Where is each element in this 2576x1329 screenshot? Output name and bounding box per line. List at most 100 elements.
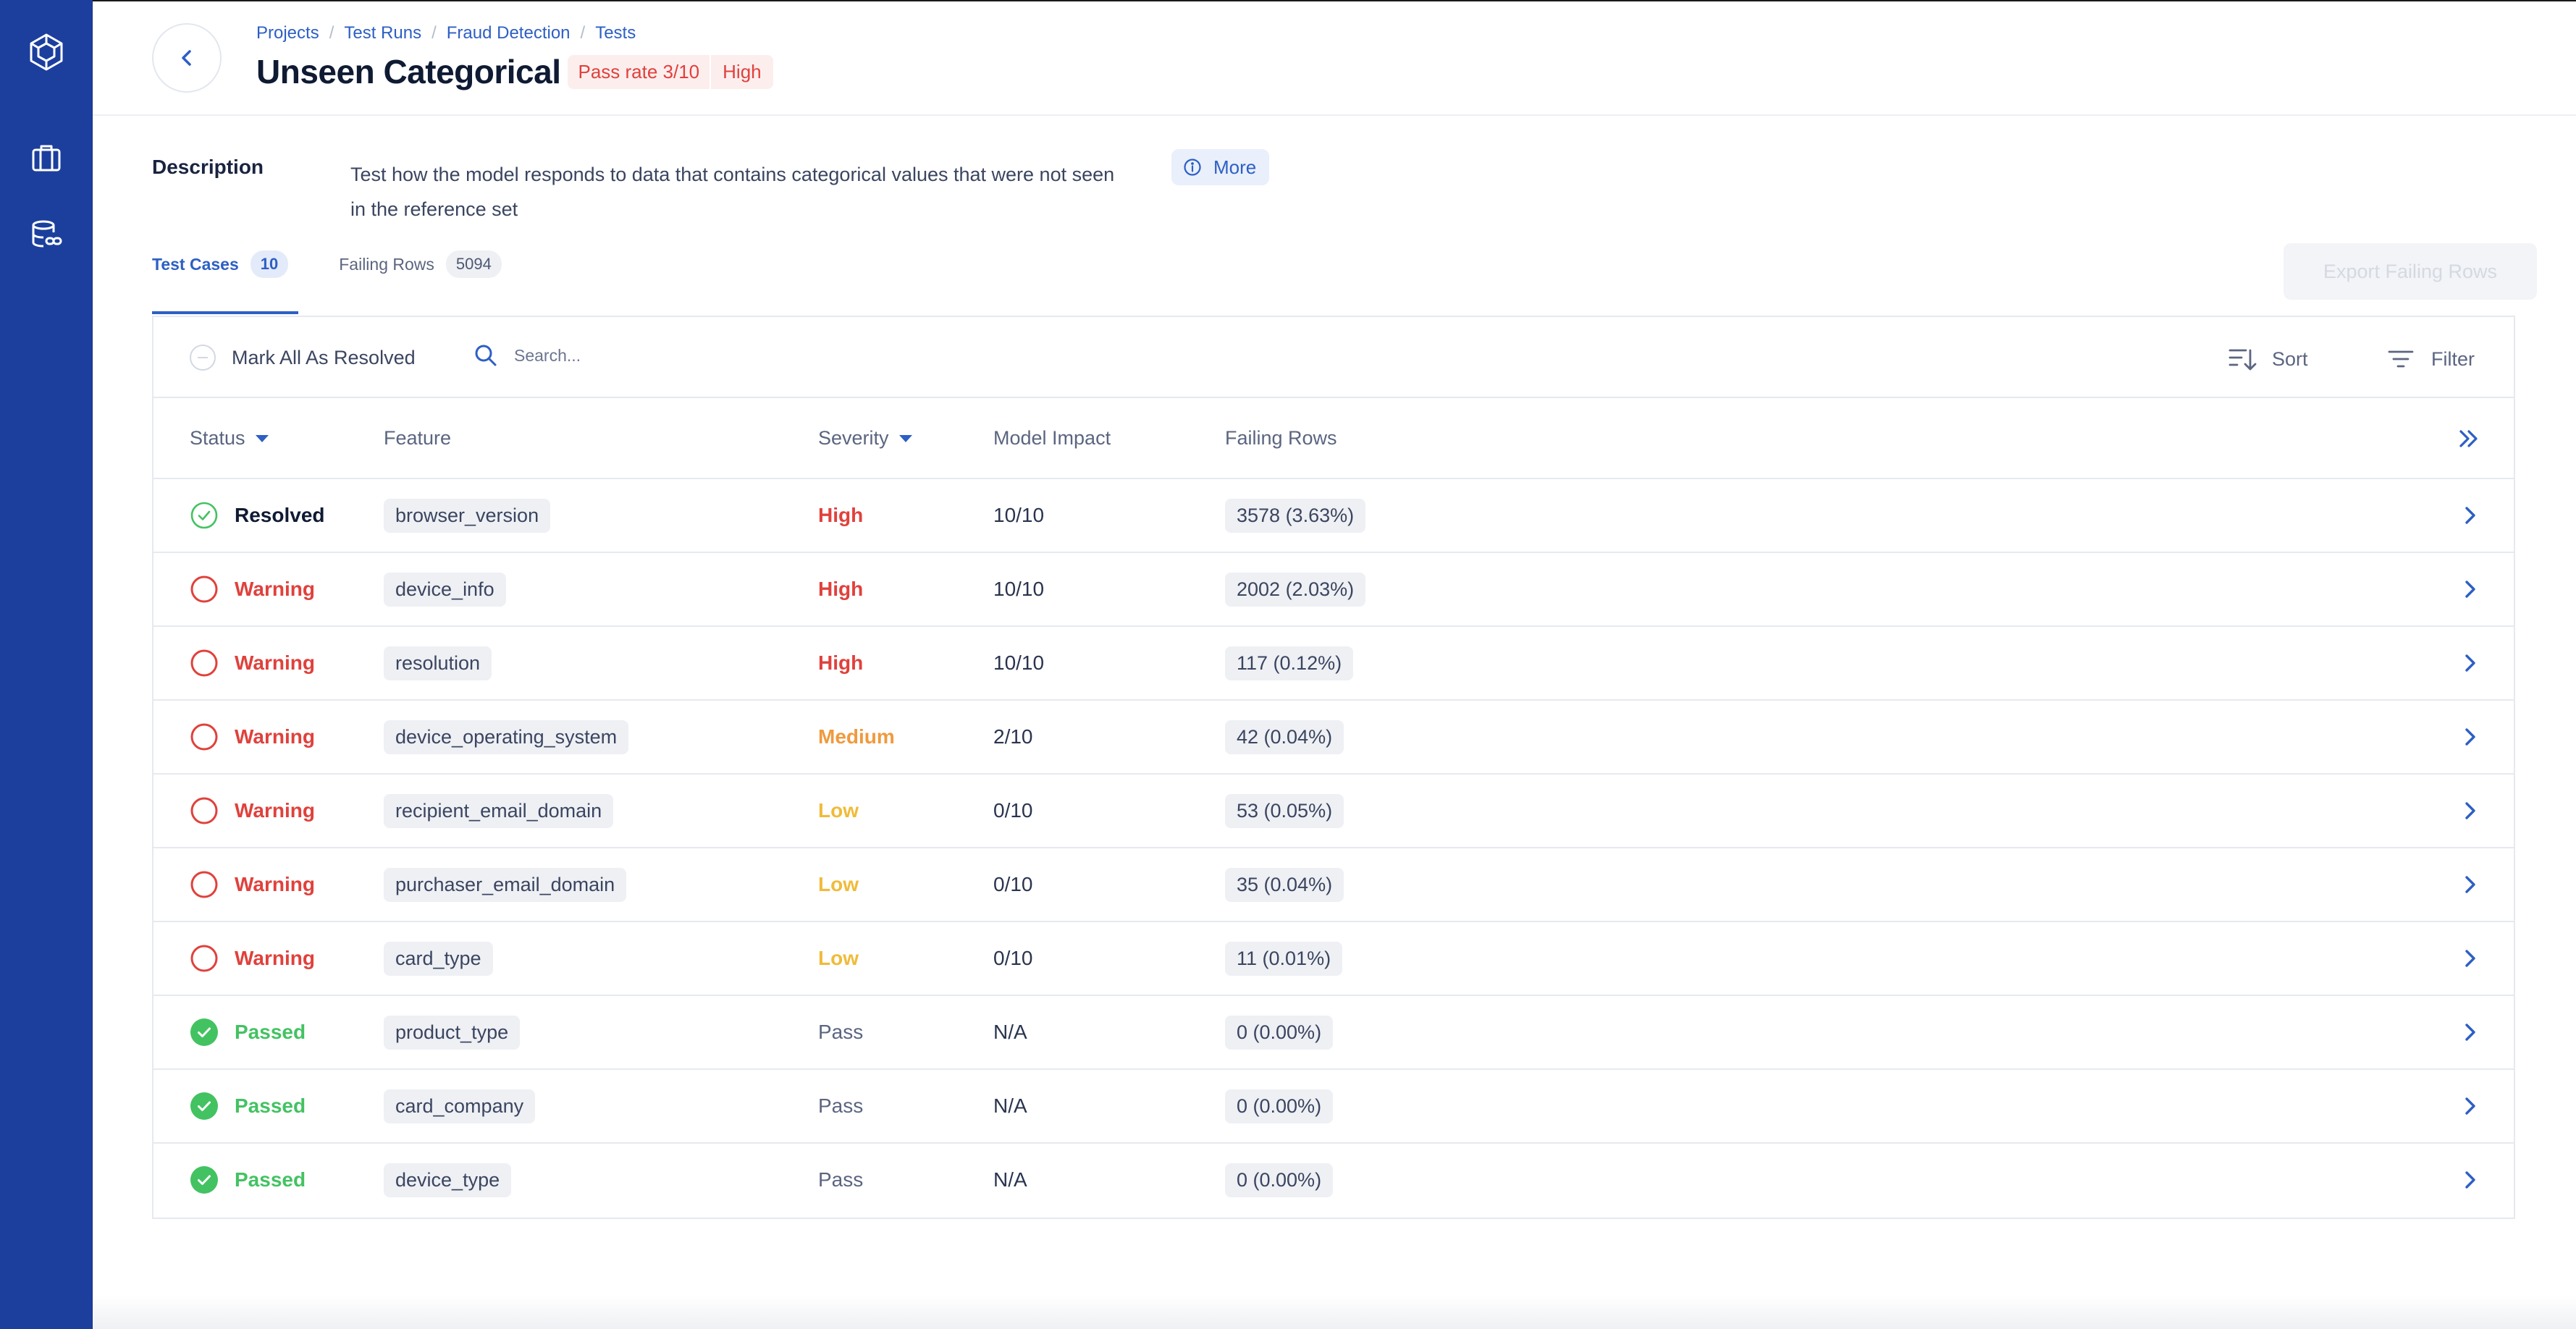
chevron-right-icon[interactable] <box>2457 724 2483 750</box>
severity-cell: Pass <box>818 996 863 1068</box>
failing-rows-cell: 35 (0.04%) <box>1225 848 1344 921</box>
warning-circle-icon <box>190 871 218 898</box>
breadcrumb-projects[interactable]: Projects <box>256 23 319 43</box>
table-row[interactable]: Warning resolution High 10/10 117 (0.12%) <box>153 627 2514 701</box>
severity-badge: High <box>711 54 773 89</box>
status-cell: Warning <box>190 701 315 773</box>
filter-icon <box>2388 350 2414 368</box>
status-cell: Warning <box>190 553 315 625</box>
column-feature: Feature <box>384 427 451 450</box>
chevron-right-icon[interactable] <box>2457 650 2483 676</box>
failing-rows-cell: 117 (0.12%) <box>1225 627 1354 699</box>
column-severity[interactable]: Severity <box>818 427 912 450</box>
bottom-fade <box>93 1296 2576 1329</box>
breadcrumb-separator: / <box>580 23 586 43</box>
status-label: Warning <box>235 651 315 674</box>
search-input[interactable] <box>514 345 804 366</box>
chevron-right-icon[interactable] <box>2457 1093 2483 1119</box>
table-row[interactable]: Passed card_company Pass N/A 0 (0.00%) <box>153 1070 2514 1144</box>
table-row[interactable]: Passed product_type Pass N/A 0 (0.00%) <box>153 996 2514 1070</box>
more-button[interactable]: More <box>1171 149 1270 185</box>
breadcrumb-tests[interactable]: Tests <box>595 23 636 43</box>
back-button[interactable] <box>152 23 222 93</box>
severity-label: High <box>818 651 864 674</box>
database-link-icon[interactable] <box>26 214 67 255</box>
status-label: Warning <box>235 873 315 895</box>
model-impact-value: 0/10 <box>993 799 1033 822</box>
model-impact-cell: 2/10 <box>993 701 1033 773</box>
severity-label: Pass <box>818 1021 864 1043</box>
sort-button[interactable]: Sort <box>2226 343 2308 375</box>
column-failing-rows: Failing Rows <box>1225 427 1337 450</box>
chevron-right-icon[interactable] <box>2457 1019 2483 1045</box>
column-status[interactable]: Status <box>190 427 269 450</box>
feature-chip: device_type <box>384 1163 512 1197</box>
breadcrumb-fraud-detection[interactable]: Fraud Detection <box>447 23 571 43</box>
title-row: Unseen Categorical Pass rate 3/10 High <box>256 52 773 91</box>
column-label: Feature <box>384 427 452 449</box>
status-cell: Warning <box>190 922 315 995</box>
chevron-right-icon[interactable] <box>2457 945 2483 971</box>
feature-chip: device_info <box>384 572 506 607</box>
sort-caret-icon <box>898 434 912 442</box>
table-row[interactable]: Warning recipient_email_domain Low 0/10 53 (… <box>153 775 2514 848</box>
model-impact-value: N/A <box>993 1168 1027 1191</box>
feature-cell: card_type <box>384 922 493 995</box>
table-row[interactable]: Resolved browser_version High 10/10 3578 (3.… <box>153 479 2514 553</box>
export-failing-rows-button[interactable]: Export Failing Rows <box>2284 243 2537 300</box>
status-cell: Resolved <box>190 479 325 552</box>
double-chevron-right-icon[interactable] <box>2454 424 2483 453</box>
severity-label: High <box>818 578 864 600</box>
chevron-right-icon[interactable] <box>2457 576 2483 602</box>
feature-cell: purchaser_email_domain <box>384 848 627 921</box>
search-box <box>472 342 804 369</box>
breadcrumb-test-runs[interactable]: Test Runs <box>344 23 421 43</box>
table-row[interactable]: Warning purchaser_email_domain Low 0/10 35 (… <box>153 848 2514 922</box>
table-row[interactable]: Passed device_type Pass N/A 0 (0.00%) <box>153 1144 2514 1218</box>
table-row[interactable]: Warning device_operating_system Medium 2/10… <box>153 701 2514 775</box>
model-impact-value: 10/10 <box>993 578 1045 600</box>
warning-circle-icon <box>190 649 218 677</box>
status-cell: Passed <box>190 996 306 1068</box>
feature-cell: browser_version <box>384 479 551 552</box>
page-title: Unseen Categorical <box>256 53 561 90</box>
status-label: Passed <box>235 1021 306 1043</box>
severity-cell: Medium <box>818 701 895 773</box>
chevron-right-icon[interactable] <box>2457 1167 2483 1193</box>
status-cell: Warning <box>190 775 315 847</box>
severity-cell: Pass <box>818 1070 863 1142</box>
logo-hexagon-icon[interactable] <box>26 32 67 72</box>
table-row[interactable]: Warning device_info High 10/10 2002 (2.03%) <box>153 553 2514 627</box>
status-label: Passed <box>235 1094 306 1117</box>
feature-chip: recipient_email_domain <box>384 793 614 828</box>
tabs: Test Cases 10 Failing Rows 5094 <box>152 250 552 278</box>
breadcrumb-separator: / <box>329 23 334 43</box>
chevron-right-icon[interactable] <box>2457 872 2483 898</box>
chevron-right-icon[interactable] <box>2457 798 2483 824</box>
test-cases-table: Mark All As Resolved Sort Filter Status <box>152 316 2515 1219</box>
feature-cell: card_company <box>384 1070 536 1142</box>
failing-rows-cell: 53 (0.05%) <box>1225 775 1344 847</box>
sort-label: Sort <box>2272 347 2308 370</box>
feature-cell: device_operating_system <box>384 701 629 773</box>
table-row[interactable]: Warning card_type Low 0/10 11 (0.01%) <box>153 922 2514 996</box>
filter-button[interactable]: Filter <box>2385 343 2475 375</box>
active-tab-indicator <box>152 311 298 314</box>
mark-all-resolved-button[interactable]: Mark All As Resolved <box>190 345 416 371</box>
briefcase-icon[interactable] <box>26 138 67 178</box>
column-label: Severity <box>818 427 889 449</box>
pass-rate-badge: Pass rate 3/10 <box>568 54 710 89</box>
feature-cell: recipient_email_domain <box>384 775 614 847</box>
tab-count: 5094 <box>445 250 502 278</box>
chevron-right-icon[interactable] <box>2457 502 2483 528</box>
tab-failing-rows[interactable]: Failing Rows 5094 <box>339 250 502 278</box>
tab-test-cases[interactable]: Test Cases 10 <box>152 250 289 278</box>
feature-chip: purchaser_email_domain <box>384 867 627 902</box>
status-label: Warning <box>235 799 315 822</box>
model-impact-cell: N/A <box>993 1144 1027 1216</box>
passed-check-icon <box>190 1166 218 1194</box>
failing-rows-chip: 35 (0.04%) <box>1225 867 1344 902</box>
model-impact-cell: N/A <box>993 1070 1027 1142</box>
status-cell: Warning <box>190 848 315 921</box>
severity-cell: Low <box>818 922 859 995</box>
